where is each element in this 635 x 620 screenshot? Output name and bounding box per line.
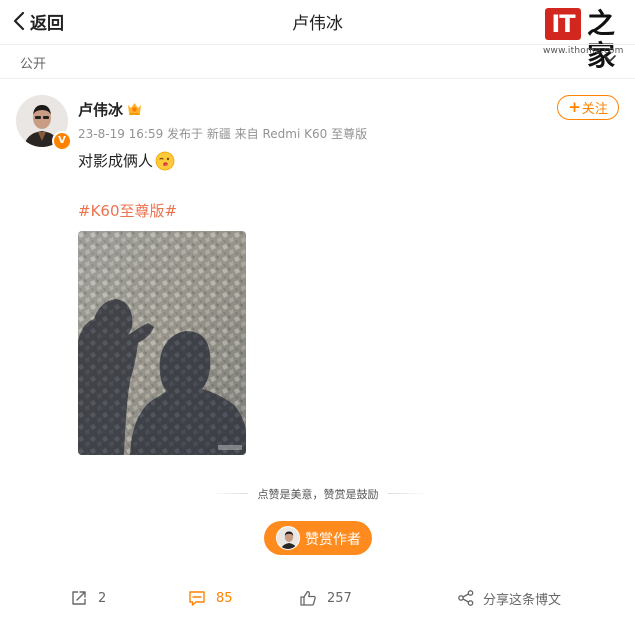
crown-member-icon [128, 103, 141, 115]
top-nav: 返回 卢伟冰 [0, 0, 635, 44]
logo-it-mark: IT [545, 8, 581, 40]
visibility-label: 公开 [20, 57, 47, 72]
repost-icon [72, 591, 86, 605]
reward-author-avatar [276, 526, 300, 550]
topic-hashtag-link[interactable]: #K60至尊版# [78, 200, 177, 221]
author-name[interactable]: 卢伟冰 [78, 99, 123, 120]
post-text: 对影成俩人 [78, 152, 154, 170]
comment-count: 85 [216, 590, 233, 606]
share-button[interactable]: 分享这条博文 [457, 587, 561, 609]
plus-icon: + [568, 98, 581, 116]
visibility-row[interactable]: 公开 [0, 45, 635, 78]
post-photo[interactable] [78, 231, 246, 455]
like-button[interactable]: 257 [299, 587, 352, 609]
reward-button-label: 赞赏作者 [305, 532, 361, 548]
post-meta: 23-8-19 16:59 发布于 新疆 来自 Redmi K60 至尊版 [78, 127, 368, 141]
share-label: 分享这条博文 [483, 592, 562, 608]
reward-prompt-text: 点赞是美意，赞赏是鼓励 [257, 488, 379, 501]
comment-icon [189, 591, 205, 606]
verified-badge: V [52, 131, 72, 151]
page-title: 卢伟冰 [292, 14, 343, 34]
reward-divider-right [388, 493, 426, 494]
share-icon [458, 590, 474, 606]
shadow-photo-image [78, 231, 246, 455]
follow-label: 关注 [581, 102, 608, 117]
reward-divider-left [210, 493, 248, 494]
repost-count: 2 [98, 590, 107, 606]
wink-emoji-icon [155, 151, 175, 170]
post-text-row: 对影成俩人 [78, 150, 175, 171]
repost-button[interactable]: 2 [70, 587, 106, 609]
section-divider [0, 78, 635, 79]
follow-button[interactable]: + 关注 [557, 95, 619, 120]
like-count: 257 [327, 590, 352, 606]
chevron-down-icon[interactable] [603, 54, 617, 64]
thumbs-up-icon [300, 590, 316, 606]
comment-button[interactable]: 85 [188, 587, 233, 609]
